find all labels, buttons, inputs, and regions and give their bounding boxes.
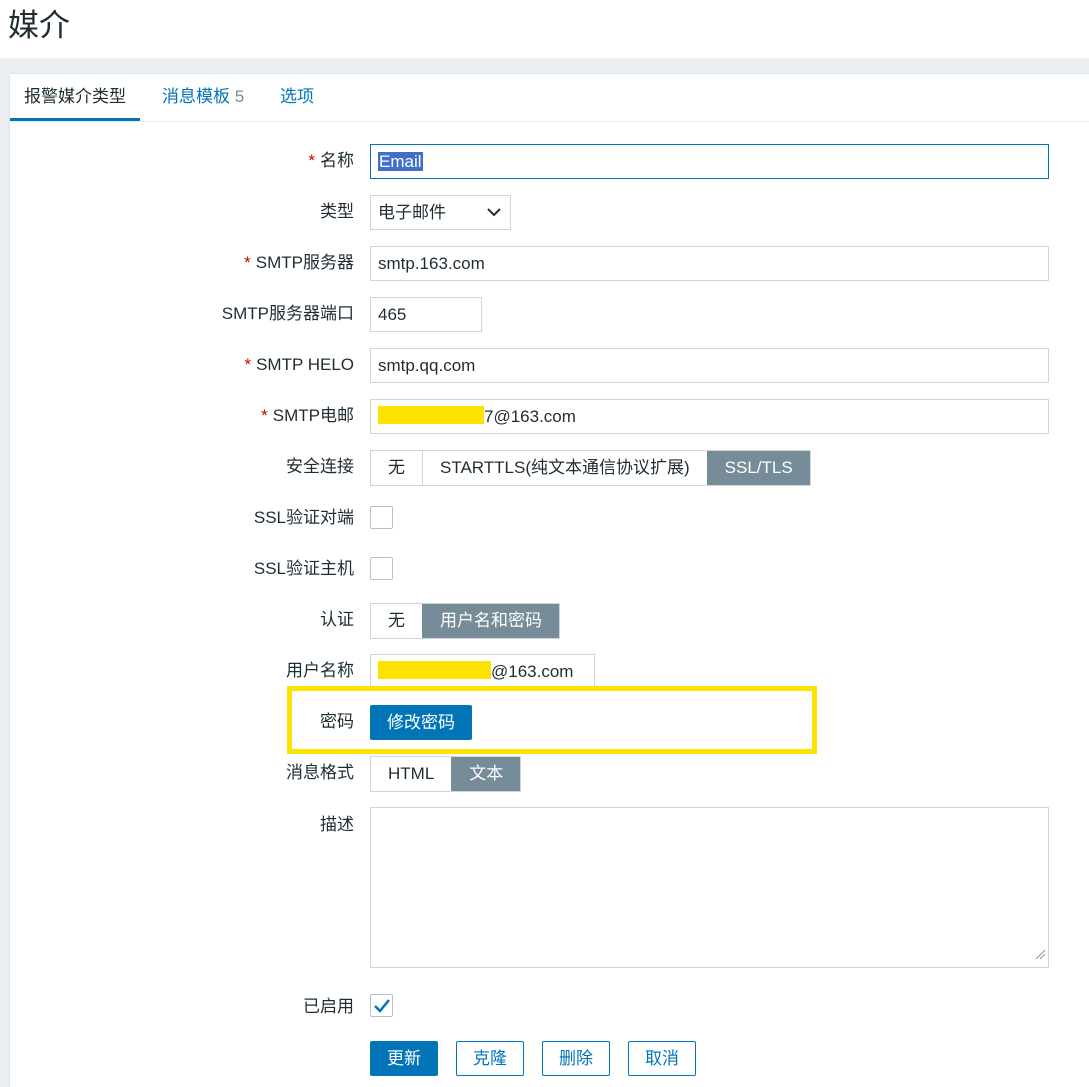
message-format-label: 消息格式	[286, 763, 354, 782]
auth-option-username-password[interactable]: 用户名和密码	[422, 604, 559, 638]
required-marker: *	[308, 151, 315, 170]
smtp-server-label: * SMTP服务器	[244, 253, 354, 272]
update-button[interactable]: 更新	[370, 1041, 438, 1076]
checkmark-icon	[374, 999, 390, 1013]
highlight-box	[287, 686, 817, 754]
format-option-html[interactable]: HTML	[371, 757, 452, 791]
name-label: * 名称	[308, 151, 354, 170]
auth-option-none[interactable]: 无	[371, 604, 422, 638]
cancel-button[interactable]: 取消	[628, 1041, 696, 1076]
username-label: 用户名称	[286, 661, 354, 680]
format-option-text[interactable]: 文本	[451, 757, 521, 791]
security-label: 安全连接	[286, 457, 354, 476]
smtp-helo-label: * SMTP HELO	[244, 355, 354, 374]
clone-button[interactable]: 克隆	[456, 1041, 524, 1076]
required-marker: *	[244, 355, 252, 374]
security-option-none[interactable]: 无	[371, 451, 422, 485]
smtp-server-input[interactable]: smtp.163.com	[370, 246, 1049, 281]
change-password-button[interactable]: 修改密码	[370, 705, 472, 740]
required-marker: *	[261, 406, 268, 425]
security-option-ssl-tls[interactable]: SSL/TLS	[706, 451, 810, 485]
tab-options[interactable]: 选项	[266, 74, 328, 121]
ssl-verify-peer-checkbox[interactable]	[370, 506, 393, 529]
security-segmented: 无 STARTTLS(纯文本通信协议扩展) SSL/TLS	[370, 450, 811, 486]
tab-bar: 报警媒介类型 消息模板 5 选项	[10, 74, 1089, 122]
security-option-starttls[interactable]: STARTTLS(纯文本通信协议扩展)	[422, 451, 707, 485]
message-format-segmented: HTML 文本	[370, 756, 522, 792]
required-marker: *	[244, 253, 251, 272]
smtp-email-label: * SMTP电邮	[261, 406, 354, 425]
tab-count-badge: 5	[234, 87, 245, 106]
username-input[interactable]: @163.com	[370, 654, 595, 689]
type-label: 类型	[320, 202, 354, 221]
smtp-email-input[interactable]: 7@163.com	[370, 399, 1049, 434]
redaction-mark	[378, 406, 484, 424]
auth-segmented: 无 用户名和密码	[370, 603, 560, 639]
page-title: 媒介	[8, 8, 70, 43]
form-panel: 报警媒介类型 消息模板 5 选项 * 名称 Email 类型 电子邮件 * SMTP…	[9, 73, 1089, 1087]
auth-label: 认证	[320, 610, 354, 629]
smtp-port-label: SMTP服务器端口	[221, 304, 354, 323]
enabled-checkbox[interactable]	[370, 994, 393, 1017]
delete-button[interactable]: 删除	[542, 1041, 610, 1076]
type-select[interactable]: 电子邮件	[370, 195, 511, 230]
ssl-verify-host-label: SSL验证主机	[253, 559, 354, 578]
name-input[interactable]: Email	[370, 144, 1049, 179]
description-textarea[interactable]	[370, 807, 1049, 968]
ssl-verify-host-checkbox[interactable]	[370, 557, 393, 580]
enabled-label: 已启用	[303, 997, 354, 1016]
password-label: 密码	[320, 712, 354, 731]
ssl-verify-peer-label: SSL验证对端	[253, 508, 354, 527]
page-header	[0, 0, 1089, 58]
smtp-helo-input[interactable]: smtp.qq.com	[370, 348, 1049, 383]
description-label: 描述	[320, 815, 354, 834]
tab-media-type[interactable]: 报警媒介类型	[10, 74, 140, 121]
resize-grip-icon[interactable]	[1035, 945, 1046, 965]
chevron-down-icon	[487, 196, 501, 240]
redaction-mark	[378, 661, 491, 679]
smtp-port-input[interactable]: 465	[370, 297, 482, 332]
tab-message-templates[interactable]: 消息模板 5	[148, 74, 258, 121]
